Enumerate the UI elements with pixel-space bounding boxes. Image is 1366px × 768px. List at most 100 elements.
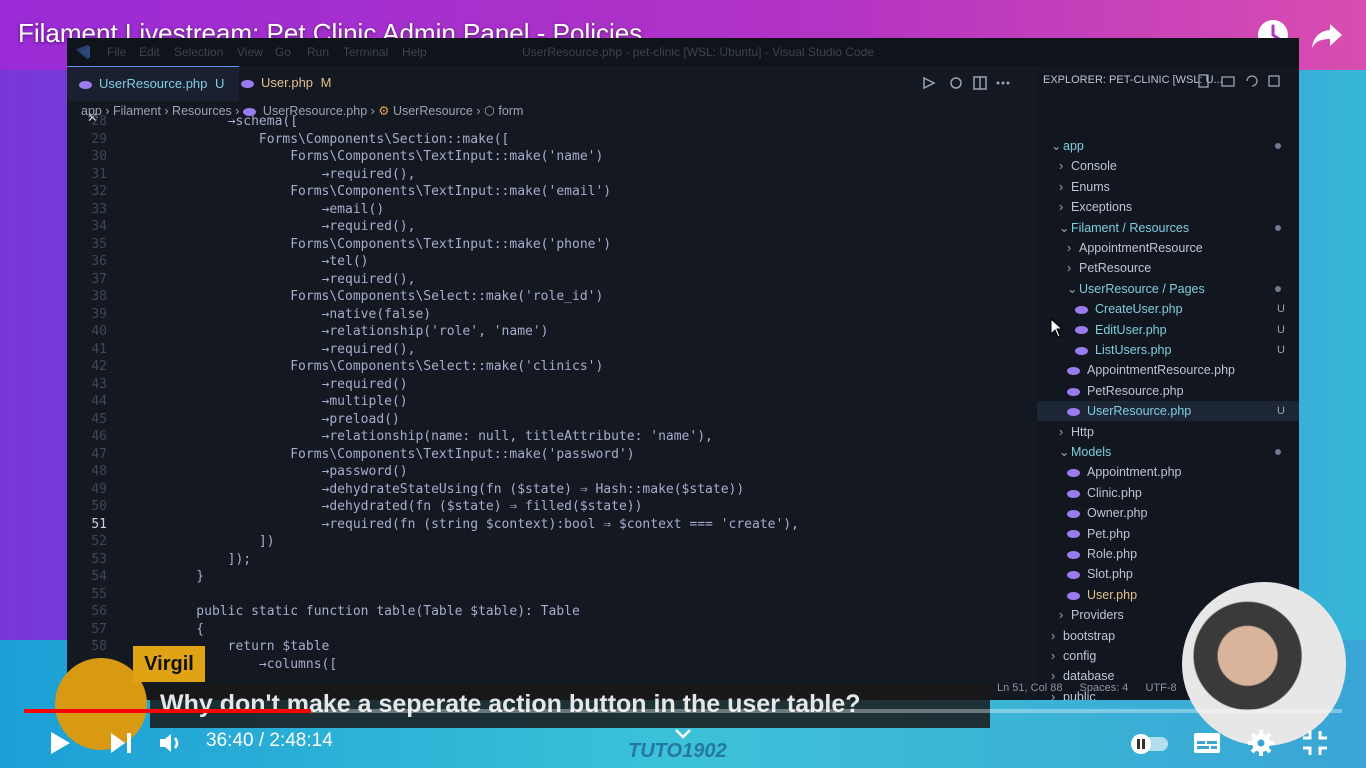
- code-line[interactable]: →relationship(name: null, titleAttribute…: [165, 429, 713, 444]
- editor-actions-icon[interactable]: [922, 75, 1022, 91]
- explorer-file[interactable]: Pet.php: [1037, 524, 1299, 544]
- line-number: 41: [91, 341, 107, 357]
- code-line[interactable]: →required(),: [165, 167, 416, 182]
- breadcrumb-item[interactable]: Filament: [113, 104, 161, 118]
- code-line[interactable]: →dehydrateStateUsing(fn ($state) ⇒ Hash:…: [165, 482, 745, 497]
- line-number: 50: [91, 499, 107, 514]
- line-number: 44: [91, 394, 107, 409]
- tab-bar: UserResource.php U ✕ User.php M: [67, 66, 1037, 125]
- php-file-icon: [241, 79, 255, 89]
- explorer-file[interactable]: Appointment.php: [1037, 462, 1299, 482]
- play-icon[interactable]: [44, 728, 74, 758]
- code-line[interactable]: {: [165, 622, 204, 637]
- exit-fullscreen-icon[interactable]: [1300, 728, 1330, 758]
- code-line[interactable]: →preload(): [165, 412, 400, 427]
- code-line[interactable]: →dehydrated(fn ($state) ⇒ filled($state)…: [165, 499, 643, 514]
- code-line[interactable]: →tel(): [165, 254, 369, 269]
- explorer-file[interactable]: AppointmentResource.php: [1037, 360, 1299, 380]
- chevron-down-icon: ⌄: [1059, 445, 1070, 459]
- php-file-icon: [79, 80, 93, 90]
- tab-label: UserResource.php: [99, 76, 208, 91]
- explorer-folder[interactable]: ⌄ Filament / Resources: [1037, 218, 1299, 238]
- code-line[interactable]: Forms\Components\Select::make('clinics'): [165, 359, 603, 374]
- code-line[interactable]: →schema([: [165, 114, 298, 129]
- code-line[interactable]: →required(),: [165, 219, 416, 234]
- time-separator: /: [253, 730, 270, 751]
- indentation[interactable]: Spaces: 4: [1080, 682, 1129, 694]
- explorer-file[interactable]: ListUsers.php U: [1037, 340, 1299, 360]
- code-line[interactable]: Forms\Components\Select::make('role_id'): [165, 289, 603, 304]
- code-line[interactable]: Forms\Components\TextInput::make('phone'…: [165, 237, 611, 252]
- explorer-actions-icon[interactable]: [1197, 74, 1292, 88]
- menu-go[interactable]: Go: [275, 45, 291, 59]
- explorer-file[interactable]: Role.php: [1037, 544, 1299, 564]
- explorer-item-label: AppointmentResource.php: [1087, 363, 1236, 378]
- cursor-position[interactable]: Ln 51, Col 88: [997, 682, 1062, 694]
- explorer-item-label: Pet.php: [1087, 526, 1131, 541]
- git-status-badge: U: [1277, 303, 1285, 316]
- explorer-folder[interactable]: › PetResource: [1037, 258, 1299, 278]
- explorer-folder[interactable]: ⌄ app: [1037, 136, 1299, 156]
- explorer-file[interactable]: EditUser.php U: [1037, 320, 1299, 340]
- code-editor[interactable]: 28 →schema([29 Forms\Components\Section:…: [67, 114, 1037, 700]
- volume-icon[interactable]: [156, 728, 186, 758]
- autoplay-toggle-icon[interactable]: [1128, 728, 1172, 758]
- code-line[interactable]: ]);: [165, 552, 251, 567]
- code-line[interactable]: →required(),: [165, 342, 416, 357]
- code-line[interactable]: →required(),: [165, 272, 416, 287]
- subtitles-icon[interactable]: [1192, 728, 1222, 758]
- explorer-folder[interactable]: › Enums: [1037, 177, 1299, 197]
- modified-dot-icon: [1275, 285, 1281, 292]
- explorer-item-label: AppointmentResource: [1079, 241, 1203, 255]
- explorer-folder[interactable]: › Exceptions: [1037, 197, 1299, 217]
- menu-edit[interactable]: Edit: [139, 45, 160, 59]
- explorer-file[interactable]: Clinic.php: [1037, 483, 1299, 503]
- menu-terminal[interactable]: Terminal: [343, 45, 388, 59]
- code-line[interactable]: →relationship('role', 'name'): [165, 324, 549, 339]
- code-line[interactable]: Forms\Components\TextInput::make('email'…: [165, 184, 611, 199]
- chevron-down-icon[interactable]: [674, 728, 692, 740]
- code-line[interactable]: →native(false): [165, 307, 432, 322]
- share-icon[interactable]: [1310, 18, 1344, 52]
- line-number: 52: [91, 534, 107, 549]
- explorer-file[interactable]: UserResource.php U: [1037, 401, 1299, 422]
- code-line[interactable]: Forms\Components\Section::make([: [165, 132, 509, 147]
- line-number: 51: [91, 516, 107, 532]
- tab-user[interactable]: User.php M: [241, 66, 351, 100]
- line-number: 42: [91, 359, 107, 374]
- encoding[interactable]: UTF-8: [1145, 682, 1176, 694]
- code-line[interactable]: ]): [165, 534, 275, 549]
- explorer-folder[interactable]: ⌄ Models: [1037, 442, 1299, 462]
- menu-run[interactable]: Run: [307, 45, 329, 59]
- code-line[interactable]: →password(): [165, 464, 408, 479]
- breadcrumb-item[interactable]: form: [498, 104, 523, 118]
- code-line[interactable]: →multiple(): [165, 394, 408, 409]
- explorer-file[interactable]: CreateUser.php U: [1037, 299, 1299, 319]
- explorer-item-label: Appointment.php: [1087, 465, 1182, 480]
- modified-dot-icon: [1275, 224, 1281, 231]
- explorer-file[interactable]: Owner.php: [1037, 503, 1299, 523]
- explorer-folder[interactable]: › Http: [1037, 422, 1299, 442]
- code-line[interactable]: }: [165, 569, 204, 584]
- explorer-folder[interactable]: › AppointmentResource: [1037, 238, 1299, 258]
- progress-bar[interactable]: [24, 709, 1342, 713]
- code-line[interactable]: →email(): [165, 202, 385, 217]
- explorer-file[interactable]: PetResource.php: [1037, 381, 1299, 401]
- breadcrumb-item[interactable]: UserResource: [393, 104, 473, 118]
- code-line[interactable]: →required(): [165, 377, 408, 392]
- next-icon[interactable]: [106, 728, 136, 758]
- code-line[interactable]: →required(fn (string $context):bool ⇒ $c…: [165, 517, 799, 532]
- tab-userresource[interactable]: UserResource.php U ✕: [67, 66, 239, 125]
- explorer-folder[interactable]: ⌄ UserResource / Pages: [1037, 279, 1299, 299]
- code-line[interactable]: Forms\Components\TextInput::make('passwo…: [165, 447, 634, 462]
- code-line[interactable]: Forms\Components\TextInput::make('name'): [165, 149, 603, 164]
- menu-view[interactable]: View: [237, 45, 263, 59]
- menu-help[interactable]: Help: [402, 45, 427, 59]
- menu-file[interactable]: File: [107, 45, 126, 59]
- line-number: 34: [91, 219, 107, 234]
- menu-selection[interactable]: Selection: [174, 45, 223, 59]
- chevron-right-icon: ›: [1051, 628, 1056, 643]
- code-line[interactable]: public static function table(Table $tabl…: [165, 604, 580, 619]
- settings-icon[interactable]: [1246, 728, 1276, 758]
- explorer-folder[interactable]: › Console: [1037, 156, 1299, 176]
